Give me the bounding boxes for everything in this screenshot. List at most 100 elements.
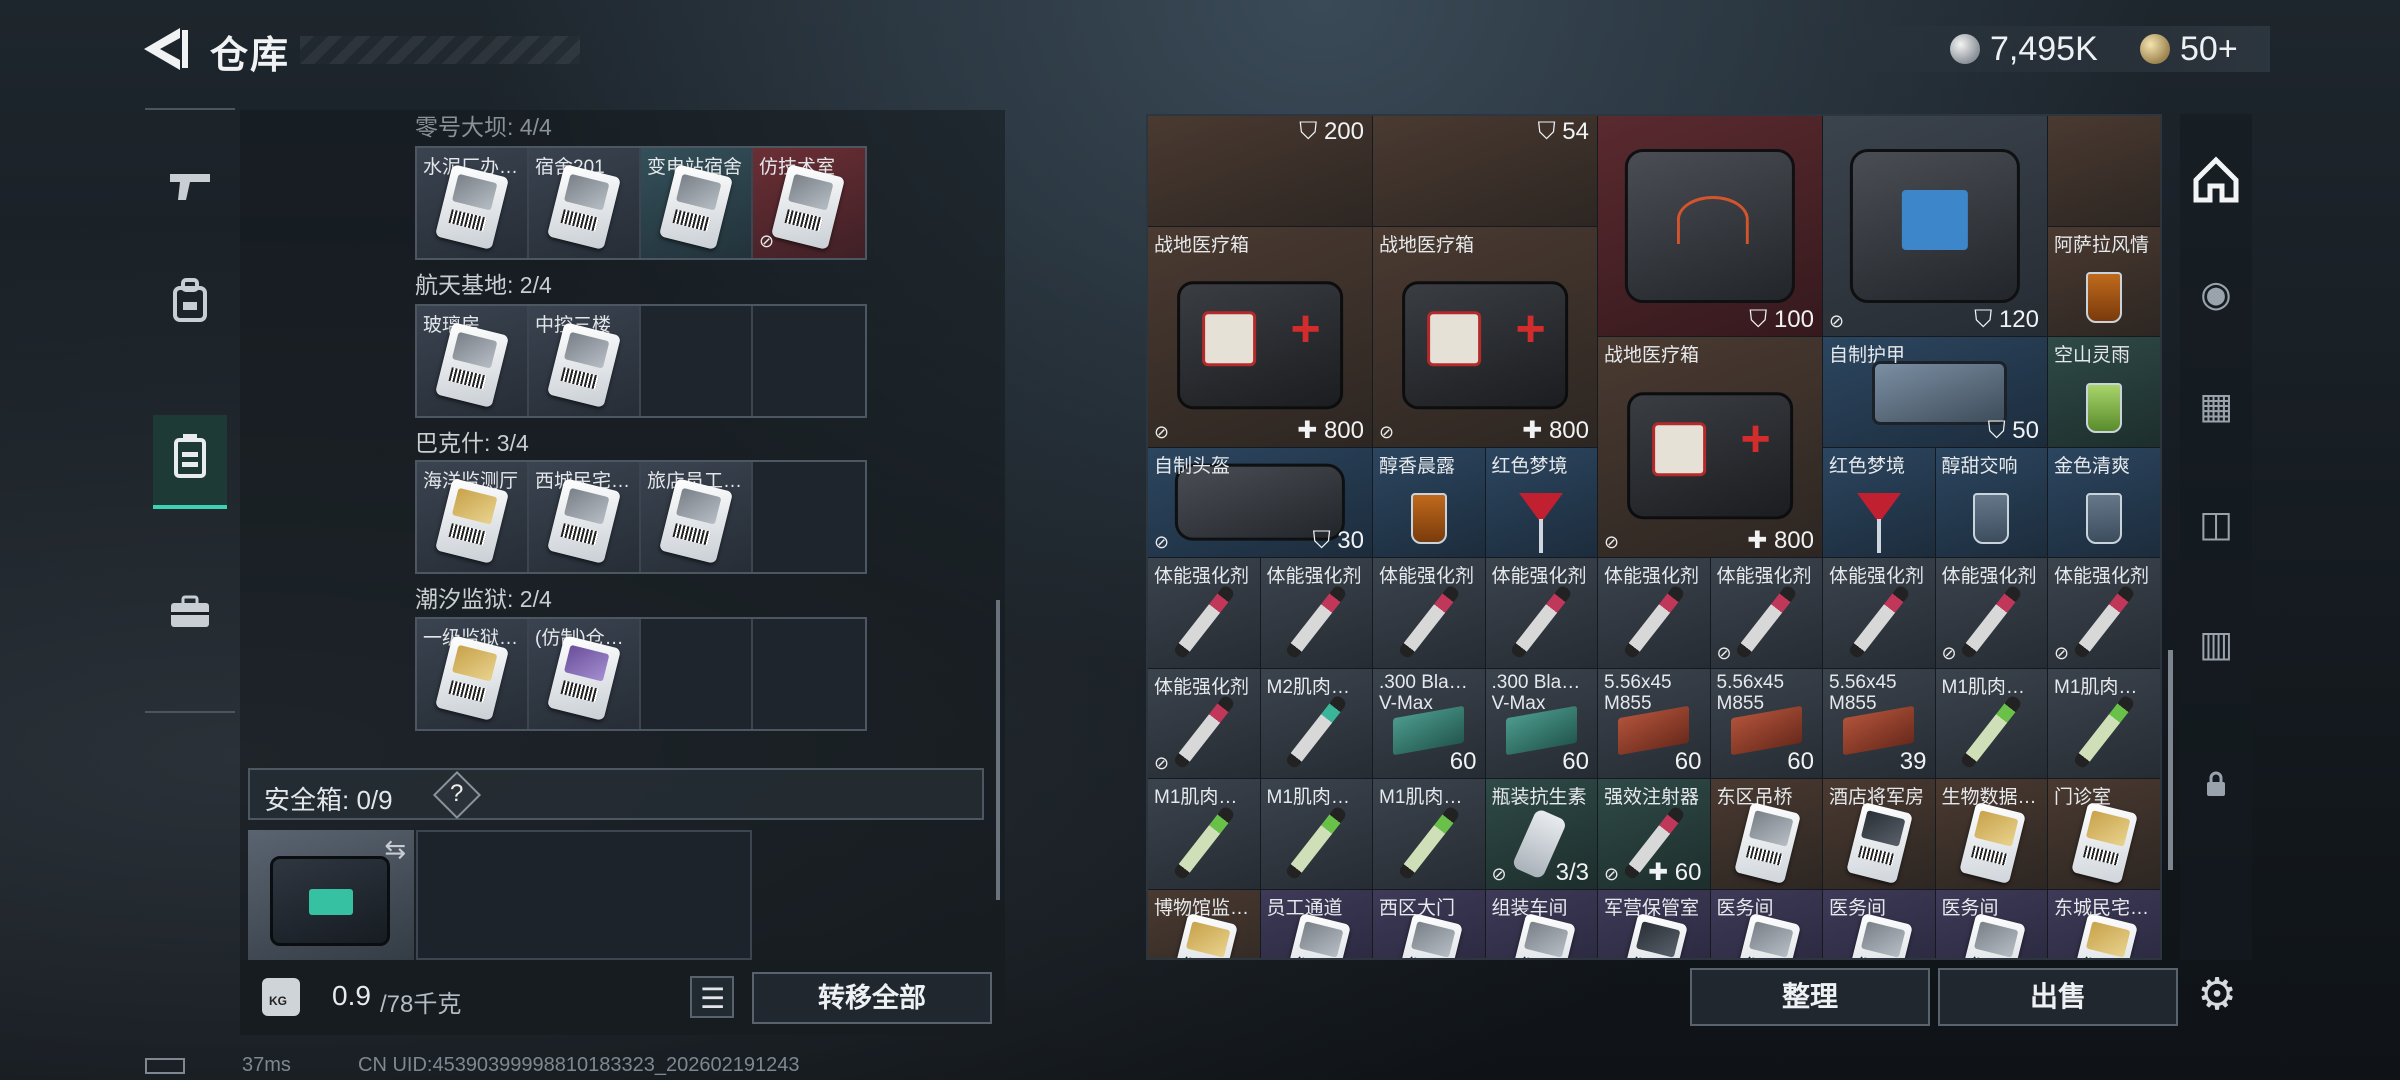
inventory-item[interactable]: 军营保管室 [1598,889,1711,958]
syringe-icon [1284,583,1348,660]
item-value-number: 30 [1337,527,1364,554]
inventory-item[interactable]: ⛉ 120 ⊘ [1823,116,2048,337]
inventory-item[interactable]: 战地医疗箱 ✚ 800 ⊘ [1148,226,1373,448]
rail-folder-camera[interactable]: ◫ [2186,494,2246,554]
inventory-item[interactable]: 醇甜交响 [1935,447,2048,558]
grid-scrollbar[interactable] [2168,650,2173,870]
keycard-slot[interactable]: 西城民宅… [529,462,641,572]
inventory-item[interactable]: 5.56x45 M855 39 [1823,668,1936,779]
inventory-item[interactable]: 医务间 [1710,889,1823,958]
inventory-item[interactable]: ⛉ 100 [1598,116,1823,337]
stash-scrollbar[interactable] [996,600,1000,900]
inventory-item[interactable]: 体能强化剂 ⊘ [1148,668,1261,779]
inventory-item[interactable]: ⛉ 54 [1373,116,1598,227]
sort-button[interactable]: 整理 [1690,968,1930,1026]
nav-tools[interactable] [153,570,227,660]
inventory-item[interactable]: 醇香晨露 [1373,447,1486,558]
rail-camera-settings[interactable]: ◉ [2186,264,2246,324]
inventory-item[interactable]: 体能强化剂 [1485,558,1598,669]
inventory-item[interactable]: 生物数据… [1935,779,2048,890]
inventory-item[interactable]: 自制头盔 ⛉ 30 ⊘ [1148,447,1373,558]
inventory-item[interactable]: 东城民宅… [2048,889,2160,958]
inventory-item[interactable]: 博物馆监… [1148,889,1261,958]
inventory-item[interactable]: 瓶装抗生素 3/3 ⊘ [1485,779,1598,890]
inventory-item[interactable]: 体能强化剂 [1823,558,1936,669]
inventory-item[interactable]: M1肌肉… [1260,779,1373,890]
inventory-item[interactable]: 体能强化剂 ⊘ [1935,558,2048,669]
empty-slot[interactable] [753,462,865,572]
item-subname: M855 [1604,692,1652,714]
safebox-slots[interactable] [416,830,752,960]
keycard-slot[interactable]: 水泥厂办… [417,148,529,258]
inventory-item[interactable]: 组装车间 [1485,889,1598,958]
nav-weapons[interactable] [153,145,227,235]
inventory-item[interactable]: 5.56x45 M855 60 [1710,668,1823,779]
inventory-item[interactable]: 体能强化剂 [1373,558,1486,669]
page-title: 仓库 [210,35,291,77]
inventory-item[interactable]: 战地医疗箱 ✚ 800 ⊘ [1598,337,1823,558]
inventory-item[interactable]: 西区大门 [1373,889,1486,958]
keycard-slot[interactable]: 中控三楼 [529,306,641,416]
empty-slot[interactable] [753,619,865,729]
rail-home[interactable] [2186,150,2246,210]
inventory-item[interactable]: 体能强化剂 ⊘ [2048,558,2160,669]
left-nav [145,108,235,713]
inventory-item[interactable]: 体能强化剂 ⊘ [1710,558,1823,669]
keycard-slot[interactable]: 变电站宿舍 [641,148,753,258]
back-button[interactable] [140,26,192,72]
inventory-item[interactable]: 红色梦境 [1823,447,1936,558]
list-view-button[interactable]: ☰ [690,976,734,1018]
safebox-item[interactable]: ⇆ [248,830,414,960]
inventory-item[interactable]: 体能强化剂 [1598,558,1711,669]
keycard-slot[interactable]: 海洋监测厅 [417,462,529,572]
gear-icon[interactable]: ⚙ [2190,968,2244,1022]
inventory-item[interactable]: ⛉ 200 [1148,116,1373,227]
inventory-item[interactable]: 战地医疗箱 ✚ 800 ⊘ [1373,226,1598,448]
item-name: 自制头盔 [1154,455,1231,477]
inventory-item[interactable]: 体能强化剂 [1148,558,1261,669]
inventory-item[interactable]: 员工通道 [1260,889,1373,958]
empty-slot[interactable] [641,306,753,416]
rail-folder-list[interactable]: ▥ [2186,614,2246,674]
rail-lock[interactable] [2186,754,2246,814]
inventory-item[interactable]: 阿萨拉风情 [2048,226,2160,337]
empty-slot[interactable] [641,619,753,729]
inventory-item[interactable] [2048,116,2160,227]
rail-folder[interactable]: ▦ [2186,376,2246,436]
battery-icon [145,1058,185,1074]
inventory-item[interactable]: 酒店将军房 [1823,779,1936,890]
inventory-item[interactable]: 医务间 [1823,889,1936,958]
inventory-item[interactable]: M1肌肉… [1148,779,1261,890]
ticket-amount[interactable]: 50+ [2180,30,2238,69]
inventory-item[interactable]: 体能强化剂 [1260,558,1373,669]
keycard-slot[interactable]: 仿技术室⊘ [753,148,865,258]
inventory-item[interactable]: 自制护甲 ⛉ 50 [1823,337,2048,448]
nav-storage[interactable] [153,415,227,509]
item-name: 自制护甲 [1829,345,1906,366]
inventory-item[interactable]: 门诊室 [2048,779,2160,890]
keycard-slot[interactable]: 宿舍201 [529,148,641,258]
inventory-item[interactable]: 5.56x45 M855 60 [1598,668,1711,779]
sell-button[interactable]: 出售 [1938,968,2178,1026]
inventory-item[interactable]: 金色清爽 [2048,447,2160,558]
transfer-all-button[interactable]: 转移全部 [752,972,992,1024]
inventory-item[interactable]: 医务间 [1935,889,2048,958]
inventory-item[interactable]: 红色梦境 [1485,447,1598,558]
inventory-item[interactable]: .300 Bla… V-Max 60 [1485,668,1598,779]
inventory-item[interactable]: 东区吊桥 [1710,779,1823,890]
keycard-slot[interactable]: 一级监狱… [417,619,529,729]
inventory-item[interactable]: M1肌肉… [1935,668,2048,779]
keycard-slot[interactable]: (仿制)仓… [529,619,641,729]
empty-slot[interactable] [753,306,865,416]
inventory-item[interactable]: .300 Bla… V-Max 60 [1373,668,1486,779]
inventory-item[interactable]: 空山灵雨 [2048,337,2160,448]
nav-backpack[interactable] [153,260,227,350]
inventory-item[interactable]: M2肌肉… [1260,668,1373,779]
inventory-item[interactable]: 强效注射器 ✚ 60 ⊘ [1598,779,1711,890]
item-subname: V-Max [1491,692,1546,714]
inventory-item[interactable]: M1肌肉… [1373,779,1486,890]
swap-icon[interactable]: ⇆ [384,834,406,865]
keycard-slot[interactable]: 玻璃房 [417,306,529,416]
inventory-item[interactable]: M1肌肉… [2048,668,2160,779]
keycard-slot[interactable]: 旅店员工… [641,462,753,572]
